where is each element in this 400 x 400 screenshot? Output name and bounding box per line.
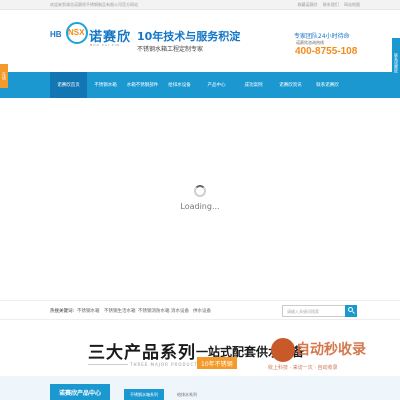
series-title: 三大产品系列 <box>88 343 196 363</box>
search-input[interactable]: 请输入关键词搜索 <box>282 305 346 317</box>
nav-item-equipment[interactable]: 给排水设备 <box>161 72 198 98</box>
hot-keyword[interactable]: 不锈钢生活水箱 <box>104 308 136 314</box>
nav-item-parts[interactable]: 水箱不锈钢部件 <box>124 72 161 98</box>
hot-search-label: 热搜关键词: <box>50 309 75 314</box>
loading-spinner-icon <box>194 185 206 197</box>
side-tab-online[interactable]: 在线 <box>0 64 8 88</box>
search-button[interactable] <box>345 305 357 317</box>
logo-hb[interactable]: HB <box>50 30 62 39</box>
top-links: 收藏诺赛欣 联系我们 网站地图 <box>293 2 360 8</box>
page: 欢迎来到湖北诺赛欣不锈钢制品有限公司官方网站 收藏诺赛欣 联系我们 网站地图 H… <box>0 0 400 400</box>
hot-keyword[interactable]: 供水设备 <box>193 308 211 314</box>
hot-keyword[interactable]: 消水设备 <box>171 308 189 314</box>
watermark-subtext: 收上科技 · 来访一次 · 自动收录 <box>268 365 338 371</box>
hot-search-bar: 热搜关键词: 不锈钢水箱 不锈钢生活水箱 不锈钢消防水箱 消水设备 供水设备 请… <box>0 300 400 320</box>
tab-water-series[interactable]: 给排水系列 <box>170 389 204 400</box>
nav-item-news[interactable]: 诺赛欣资讯 <box>272 72 309 98</box>
watermark-logo-icon <box>271 338 295 362</box>
logo-mark-text: NSX <box>68 28 85 37</box>
welcome-text: 欢迎来到湖北诺赛欣不锈钢制品有限公司官方网站 <box>50 2 138 7</box>
hotline-phone: 400-8755-108 <box>295 46 358 57</box>
nav-item-contact[interactable]: 联系诺赛欣 <box>309 72 346 98</box>
contact-link[interactable]: 联系我们 <box>323 2 339 7</box>
brand-name-en: NUO SAI XIN <box>90 43 120 47</box>
slogan-main: 10年技术与服务积淀 <box>137 30 241 43</box>
series-badge: 10年不锈钢 <box>197 357 237 369</box>
watermark-text: 自动秒收录 <box>296 342 366 358</box>
top-bar: 欢迎来到湖北诺赛欣不锈钢制品有限公司官方网站 收藏诺赛欣 联系我们 网站地图 <box>0 0 400 10</box>
main-nav: 诺赛欣首页 不锈钢水箱 水箱不锈钢部件 给排水设备 产品中心 成功案例 诺赛欣资… <box>0 72 400 98</box>
bookmark-link[interactable]: 收藏诺赛欣 <box>297 2 317 7</box>
nav-item-cases[interactable]: 成功案例 <box>235 72 272 98</box>
nav-item-home[interactable]: 诺赛欣首页 <box>50 72 87 98</box>
tab-tank-series[interactable]: 不锈钢水箱系列 <box>124 389 164 400</box>
divider <box>88 364 128 365</box>
hotline-label: 专家团队24小时待命 <box>294 33 350 40</box>
hot-keyword[interactable]: 不锈钢消防水箱 <box>138 308 170 314</box>
nav-item-products[interactable]: 产品中心 <box>198 72 235 98</box>
loading-text: Loading... <box>180 202 220 211</box>
search-icon-handle <box>352 311 355 314</box>
category-title: 诺赛欣产品中心 <box>50 384 110 400</box>
sitemap-link[interactable]: 网站地图 <box>344 2 360 7</box>
hot-keyword[interactable]: 不锈钢水箱 <box>77 308 100 314</box>
slogan-sub: 不锈钢水箱工程定制专家 <box>137 46 204 53</box>
side-tab-contact[interactable]: 联系诺赛欣 <box>392 38 400 88</box>
nav-item-tanks[interactable]: 不锈钢水箱 <box>87 72 124 98</box>
